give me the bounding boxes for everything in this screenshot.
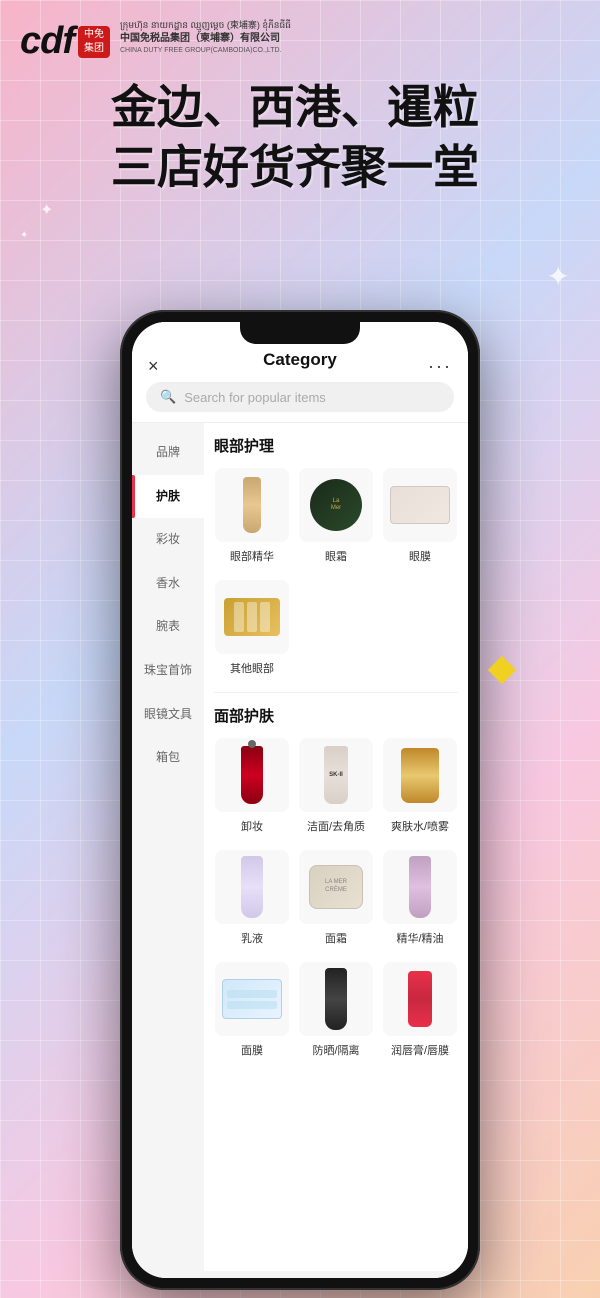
search-input-wrap[interactable]: 🔍 Search for popular items — [146, 382, 454, 412]
phone-inner: × Category ··· 🔍 Search for popular item… — [132, 322, 468, 1278]
sidebar-item-wanbiao[interactable]: 腕表 — [132, 605, 204, 649]
section-title-eye: 眼部护理 — [214, 435, 458, 456]
sheet-mask-label: 面膜 — [241, 1042, 263, 1058]
essence-image — [383, 850, 457, 924]
toner-image — [383, 738, 457, 812]
category-eye-serum[interactable]: 眼部精华 — [214, 468, 290, 564]
lipbalm-label: 润唇膏/唇膜 — [391, 1042, 449, 1058]
category-cleanser[interactable]: 卸妆 — [214, 738, 290, 834]
cdf-badge: 中免 集团 — [78, 26, 110, 58]
eye-serum-bottle — [243, 477, 261, 533]
headline-line2: 三店好货齐聚一堂 — [20, 138, 570, 198]
eye-care-grid: 眼部精华 LaMer 眼霜 — [214, 468, 458, 564]
sidebar-item-xiangshui[interactable]: 香水 — [132, 562, 204, 606]
sheet-mask-image — [215, 962, 289, 1036]
eye-serum-image — [215, 468, 289, 542]
cleanser-image — [215, 738, 289, 812]
page-title: Category — [263, 350, 337, 370]
cream-image: LA MERCRÈME — [299, 850, 373, 924]
lotion-label: 乳液 — [241, 930, 263, 946]
sidebar-item-hufu[interactable]: 护肤 — [132, 475, 204, 519]
category-sunscreen[interactable]: 防晒/隔离 — [298, 962, 374, 1058]
headline: 金边、西港、暹粒 三店好货齐聚一堂 — [20, 78, 570, 198]
eye-mask-image — [383, 468, 457, 542]
more-button[interactable]: ··· — [428, 356, 452, 377]
eye-serum-label: 眼部精华 — [230, 548, 274, 564]
face-wash-image: SK-II — [299, 738, 373, 812]
search-icon: 🔍 — [160, 389, 176, 405]
search-bar: 🔍 Search for popular items — [132, 374, 468, 423]
logo-row: cdf 中免 集团 ក្រុមហ៊ុន នាយកដ្ឋាន ឈ្មួញម្ដេច… — [20, 20, 570, 63]
eye-other-pack — [224, 598, 280, 636]
sidebar-item-zhubao[interactable]: 珠宝首饰 — [132, 649, 204, 693]
category-eye-cream[interactable]: LaMer 眼霜 — [298, 468, 374, 564]
lotion-image — [215, 850, 289, 924]
headline-line1: 金边、西港、暹粒 — [20, 78, 570, 138]
app-content: × Category ··· 🔍 Search for popular item… — [132, 322, 468, 1278]
category-eye-mask[interactable]: 眼膜 — [382, 468, 458, 564]
main-layout: 品牌 护肤 彩妆 香水 腕表 — [132, 423, 468, 1271]
content-area: 眼部护理 眼部精华 — [204, 423, 468, 1271]
lipbalm-image — [383, 962, 457, 1036]
eye-other-image — [215, 580, 289, 654]
sidebar-item-caizhuang[interactable]: 彩妆 — [132, 518, 204, 562]
toner-bottle — [401, 748, 439, 803]
cdf-logo-text: cdf — [20, 20, 74, 63]
eye-mask-pack — [390, 486, 450, 524]
star-decoration-2: ✦ — [40, 200, 53, 220]
company-khmer: ក្រុមហ៊ុន នាយកដ្ឋាន ឈ្មួញម្ដេច (柬埔寨) ខុំ… — [120, 20, 291, 32]
category-cream[interactable]: LA MERCRÈME 面霜 — [298, 850, 374, 946]
section-title-face: 面部护肤 — [214, 705, 458, 726]
cream-label: 面霜 — [325, 930, 347, 946]
sunscreen-image — [299, 962, 373, 1036]
category-essence[interactable]: 精华/精油 — [382, 850, 458, 946]
eye-mask-label: 眼膜 — [409, 548, 431, 564]
phone-mockup: × Category ··· 🔍 Search for popular item… — [120, 310, 480, 1290]
sidebar-item-xiangbao[interactable]: 箱包 — [132, 736, 204, 780]
category-sheet-mask[interactable]: 面膜 — [214, 962, 290, 1058]
phone-notch — [240, 322, 360, 344]
category-face-wash[interactable]: SK-II 洁面/去角质 — [298, 738, 374, 834]
star-decoration-1: ✦ — [547, 260, 570, 293]
company-chinese: 中国免税品集团（柬埔寨）有限公司 — [120, 32, 291, 46]
lipbalm-tube — [408, 971, 432, 1027]
sheet-mask-pack — [222, 979, 282, 1019]
close-button[interactable]: × — [148, 356, 159, 377]
face-care-grid-1: 卸妆 SK-II 洁面/去角质 — [214, 738, 458, 834]
essence-label: 精华/精油 — [396, 930, 443, 946]
eye-cream-label: 眼霜 — [325, 548, 347, 564]
lotion-bottle — [241, 856, 263, 918]
essence-bottle — [409, 856, 431, 918]
category-lipbalm[interactable]: 润唇膏/唇膜 — [382, 962, 458, 1058]
sunscreen-tube — [325, 968, 347, 1030]
search-placeholder: Search for popular items — [184, 390, 326, 405]
section-divider — [214, 692, 458, 693]
star-decoration-3: ✦ — [20, 230, 28, 241]
eye-other-label: 其他眼部 — [230, 660, 274, 676]
eye-care-grid-2: 其他眼部 — [214, 580, 458, 676]
eye-cream-image: LaMer — [299, 468, 373, 542]
cleanser-label: 卸妆 — [241, 818, 263, 834]
face-care-grid-2: 乳液 LA MERCRÈME 面霜 — [214, 850, 458, 946]
sidebar-item-yanjing[interactable]: 眼镜文具 — [132, 693, 204, 737]
category-toner[interactable]: 爽肤水/喷雾 — [382, 738, 458, 834]
sidebar: 品牌 护肤 彩妆 香水 腕表 — [132, 423, 204, 1271]
cleanser-bottle — [241, 746, 263, 804]
toner-label: 爽肤水/喷雾 — [391, 818, 449, 834]
lamer-jar: LA MERCRÈME — [309, 865, 363, 909]
face-wash-label: 洁面/去角质 — [307, 818, 365, 834]
phone-outer: × Category ··· 🔍 Search for popular item… — [120, 310, 480, 1290]
company-english: CHINA DUTY FREE GROUP(CAMBODIA)CO.,LTD. — [120, 46, 291, 55]
cdf-logo: cdf 中免 集团 — [20, 20, 110, 63]
eye-cream-jar: LaMer — [310, 479, 362, 531]
category-eye-other[interactable]: 其他眼部 — [214, 580, 290, 676]
skii-bottle: SK-II — [324, 746, 348, 804]
company-info: ក្រុមហ៊ុន នាយកដ្ឋាន ឈ្មួញម្ដេច (柬埔寨) ខុំ… — [120, 20, 291, 55]
sunscreen-label: 防晒/隔离 — [312, 1042, 359, 1058]
sidebar-item-pinpai[interactable]: 品牌 — [132, 431, 204, 475]
category-lotion[interactable]: 乳液 — [214, 850, 290, 946]
face-care-grid-3: 面膜 防晒/隔离 — [214, 962, 458, 1058]
